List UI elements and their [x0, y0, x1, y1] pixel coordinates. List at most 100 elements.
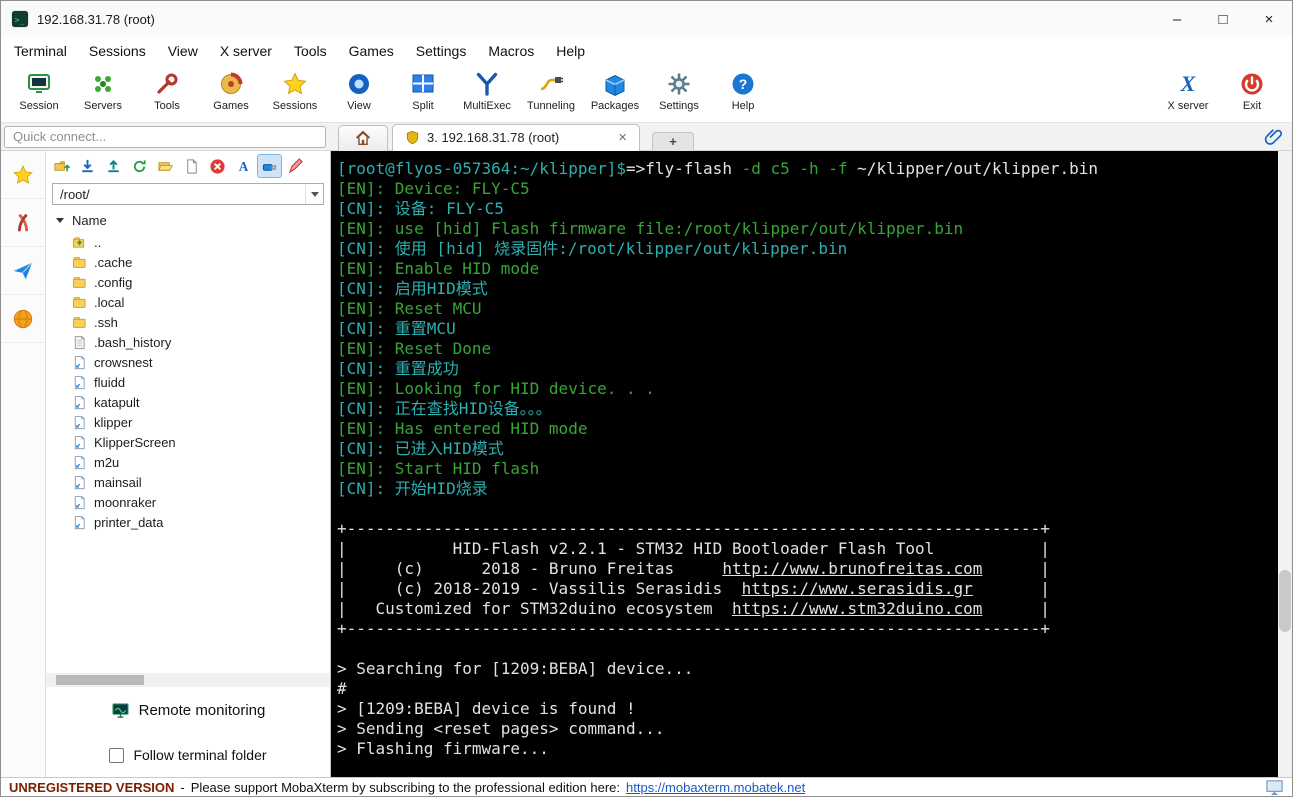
terminal-link[interactable]: https://www.stm32duino.com	[732, 599, 982, 618]
active-session-tab[interactable]: 3. 192.168.31.78 (root) ×	[392, 123, 641, 151]
binary-mode-button[interactable]	[257, 154, 282, 178]
menu-settings[interactable]: Settings	[405, 39, 478, 63]
terminal-line: [CN]: 设备: FLY-C5	[337, 199, 1272, 219]
tree-item-moonraker[interactable]: moonraker	[72, 492, 330, 512]
terminal-link[interactable]: https://www.serasidis.gr	[742, 579, 973, 598]
follow-terminal-label: Follow terminal folder	[133, 747, 267, 763]
terminal-line: [CN]: 使用 [hid] 烧录固件:/root/klipper/out/kl…	[337, 239, 1272, 259]
maximize-button[interactable]: □	[1200, 1, 1246, 37]
toolbar-tools[interactable]: Tools	[135, 69, 199, 112]
terminal-text: |	[972, 579, 1050, 598]
menu-tools[interactable]: Tools	[283, 39, 338, 63]
tree-item-printer-data[interactable]: printer_data	[72, 512, 330, 532]
file-toolbar: A	[46, 151, 330, 181]
link-icon	[72, 515, 87, 530]
terminal-line: +---------------------------------------…	[337, 519, 1272, 539]
refresh-button[interactable]	[127, 154, 152, 178]
download-button[interactable]	[75, 154, 100, 178]
open-folder-button[interactable]	[153, 154, 178, 178]
tree-item-fluidd[interactable]: fluidd	[72, 372, 330, 392]
tree-item-klipperscreen[interactable]: KlipperScreen	[72, 432, 330, 452]
terminal-text: > [1209:BEBA] device is found !	[337, 699, 636, 718]
paperclip-icon[interactable]	[1264, 127, 1284, 147]
menu-view[interactable]: View	[157, 39, 209, 63]
menu-x-server[interactable]: X server	[209, 39, 283, 63]
horizontal-scrollbar-thumb[interactable]	[56, 675, 144, 685]
follow-terminal-checkbox[interactable]	[109, 747, 125, 763]
parent-folder-button[interactable]	[49, 154, 74, 178]
home-tab[interactable]	[338, 124, 388, 151]
tools-panel-button[interactable]	[1, 199, 45, 247]
menu-terminal[interactable]: Terminal	[3, 39, 78, 63]
path-dropdown-button[interactable]	[305, 184, 323, 204]
folder-icon	[72, 295, 87, 310]
ascii-mode-button[interactable]: A	[231, 154, 256, 178]
quick-connect-input[interactable]	[4, 125, 326, 148]
toolbar-servers[interactable]: Servers	[71, 69, 135, 112]
toolbar-help[interactable]: ? Help	[711, 69, 775, 112]
path-combobox[interactable]: /root/	[52, 183, 324, 205]
menu-macros[interactable]: Macros	[477, 39, 545, 63]
status-link[interactable]: https://mobaxterm.mobatek.net	[626, 780, 805, 795]
tree-item-bash-history[interactable]: .bash_history	[72, 332, 330, 352]
horizontal-scrollbar[interactable]	[46, 673, 330, 687]
toolbar-label: View	[347, 100, 371, 112]
toolbar-session[interactable]: Session	[7, 69, 71, 112]
tree-column-header[interactable]: Name	[46, 210, 330, 230]
toolbar-label: Games	[213, 100, 249, 112]
games-icon	[218, 71, 244, 97]
terminal-text: [EN]: Start HID flash	[337, 459, 540, 478]
sessions-panel-button[interactable]	[1, 151, 45, 199]
remote-monitoring-button[interactable]: Remote monitoring	[46, 687, 330, 733]
menu-games[interactable]: Games	[338, 39, 405, 63]
edit-button[interactable]	[283, 154, 308, 178]
terminal-line: [CN]: 正在查找HID设备。。。	[337, 399, 1272, 419]
toolbar-settings[interactable]: Settings	[647, 69, 711, 112]
tab-close-icon[interactable]: ×	[618, 130, 627, 145]
menu-sessions[interactable]: Sessions	[78, 39, 157, 63]
toolbar-exit[interactable]: Exit	[1220, 69, 1284, 112]
tab-label: 3. 192.168.31.78 (root)	[427, 130, 560, 145]
terminal-text: [CN]: 设备: FLY-C5	[337, 199, 504, 218]
toolbar-x-server[interactable]: X X server	[1156, 69, 1220, 112]
terminal-line: [EN]: Reset Done	[337, 339, 1272, 359]
tree-item-parent[interactable]: ..	[72, 232, 330, 252]
toolbar-view[interactable]: View	[327, 69, 391, 112]
toolbar-sessions[interactable]: Sessions	[263, 69, 327, 112]
binary-mode-icon	[261, 158, 278, 175]
abort-button[interactable]	[205, 154, 230, 178]
tree-item-klipper[interactable]: klipper	[72, 412, 330, 432]
tree-item-katapult[interactable]: katapult	[72, 392, 330, 412]
macros-panel-button[interactable]	[1, 247, 45, 295]
tree-item-crowsnest[interactable]: crowsnest	[72, 352, 330, 372]
minimize-button[interactable]: –	[1154, 1, 1200, 37]
terminal[interactable]: [root@flyos-057364:~/klipper]$=>fly-flas…	[331, 151, 1292, 777]
new-tab-button[interactable]: +	[652, 131, 695, 151]
tree-item-ssh[interactable]: .ssh	[72, 312, 330, 332]
status-bar: UNREGISTERED VERSION - Please support Mo…	[1, 777, 1292, 796]
menu-help[interactable]: Help	[545, 39, 596, 63]
link-icon	[72, 395, 87, 410]
new-file-button[interactable]	[179, 154, 204, 178]
toolbar-split[interactable]: Split	[391, 69, 455, 112]
tree-item-m2u[interactable]: m2u	[72, 452, 330, 472]
tree-item-mainsail[interactable]: mainsail	[72, 472, 330, 492]
main-area: A /root/ Name .. .cache .config .local .ssh.…	[1, 151, 1292, 777]
terminal-line: [EN]: Looking for HID device. . .	[337, 379, 1272, 399]
close-button[interactable]: ×	[1246, 1, 1292, 37]
toolbar-tunneling[interactable]: Tunneling	[519, 69, 583, 112]
terminal-link[interactable]: http://www.brunofreitas.com	[722, 559, 982, 578]
terminal-scrollbar-thumb[interactable]	[1279, 570, 1291, 633]
toolbar-packages[interactable]: Packages	[583, 69, 647, 112]
network-panel-button[interactable]	[1, 295, 45, 343]
toolbar-games[interactable]: Games	[199, 69, 263, 112]
file-name: mainsail	[94, 474, 142, 490]
tree-item-local[interactable]: .local	[72, 292, 330, 312]
new-file-icon	[183, 158, 200, 175]
terminal-scrollbar[interactable]	[1278, 151, 1292, 777]
tree-item-config[interactable]: .config	[72, 272, 330, 292]
toolbar-multiexec[interactable]: MultiExec	[455, 69, 519, 112]
tree-item-cache[interactable]: .cache	[72, 252, 330, 272]
upload-button[interactable]	[101, 154, 126, 178]
